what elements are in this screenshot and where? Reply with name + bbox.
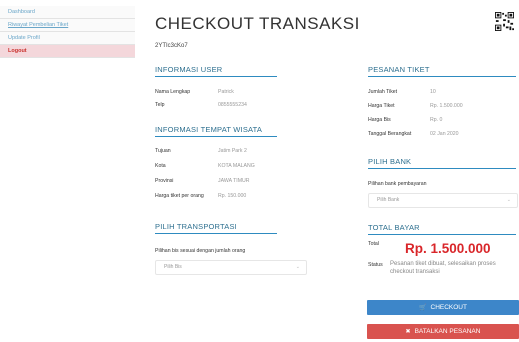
sidebar-item-update-profil[interactable]: Update Profil [0,32,135,45]
user-info-rule [155,76,277,77]
status-text: Pesanan tiket dibuat, selesaikan proses … [390,261,496,275]
province-label: Provinsi [155,178,174,184]
order-heading: PESANAN TIKET [368,65,430,74]
qty-label: Jumlah Tiket [368,89,398,95]
bus-select-value: Pilih Bis [164,264,182,270]
bank-rule [368,168,516,169]
city-label: Kota [155,163,166,169]
name-value: Patrick [218,89,234,95]
user-info-heading: INFORMASI USER [155,65,223,74]
ticket-price-label: Harga Tiket [368,103,395,109]
phone-label: Telp [155,102,165,108]
place-info-heading: INFORMASI TEMPAT WISATA [155,125,263,134]
departure-date-label: Tanggal Berangkat [368,131,412,137]
transaction-code: 2YTIc3cKo7 [155,43,188,49]
page-title: CHECKOUT TRANSAKSI [155,14,360,33]
close-icon: ✖ [405,329,411,335]
destination-label: Tujuan [155,148,171,154]
bank-select-value: Pilih Bank [377,197,400,203]
chevron-down-icon: ⌄ [295,264,300,270]
name-label: Nama Lengkap [155,89,191,95]
chevron-down-icon: ⌄ [506,197,511,203]
sidebar-item-dashboard[interactable]: Dashboard [0,6,135,19]
qr-code-icon [495,12,514,31]
phone-value: 0855555234 [218,102,247,108]
cart-icon: 🛒 [419,305,427,311]
bus-select[interactable]: Pilih Bis ⌄ [155,260,307,275]
departure-date-value: 02 Jan 2020 [430,131,459,137]
province-value: JAWA TIMUR [218,178,250,184]
order-rule [368,76,516,77]
cancel-order-button[interactable]: ✖ BATALKAN PESANAN [367,324,519,339]
bus-price-label: Harga Bis [368,117,391,123]
qty-value: 10 [430,89,436,95]
sidebar-item-riwayat[interactable]: Riwayat Pembelian Tiket [0,19,135,32]
total-label: Total [368,241,379,247]
checkout-button[interactable]: 🛒 CHECKOUT [367,300,519,315]
bus-price-value: Rp. 0 [430,117,443,123]
bank-select-label: Pilihan bank pembayaran [368,181,427,187]
sidebar-item-logout[interactable]: Logout [0,45,135,58]
total-heading: TOTAL BAYAR [368,223,420,232]
city-value: KOTA MALANG [218,163,255,169]
total-rule [368,234,516,235]
sidebar: Dashboard Riwayat Pembelian Tiket Update… [0,6,135,58]
checkout-label: CHECKOUT [430,304,467,311]
total-price: Rp. 1.500.000 [405,241,491,256]
status-label: Status [368,262,383,268]
transport-heading: PILIH TRANSPORTASI [155,222,237,231]
price-per-person-value: Rp. 150.000 [218,193,247,199]
ticket-price-value: Rp. 1.500.000 [430,103,463,109]
destination-value: Jatim Park 2 [218,148,247,154]
price-per-person-label: Harga tiket per orang [155,193,204,199]
cancel-label: BATALKAN PESANAN [414,328,481,335]
bank-select[interactable]: Pilih Bank ⌄ [368,193,518,208]
bank-heading: PILIH BANK [368,157,412,166]
bus-select-label: Pilihan bis sesuai dengan jumlah orang [155,248,246,254]
place-info-rule [155,136,277,137]
transport-rule [155,233,277,234]
